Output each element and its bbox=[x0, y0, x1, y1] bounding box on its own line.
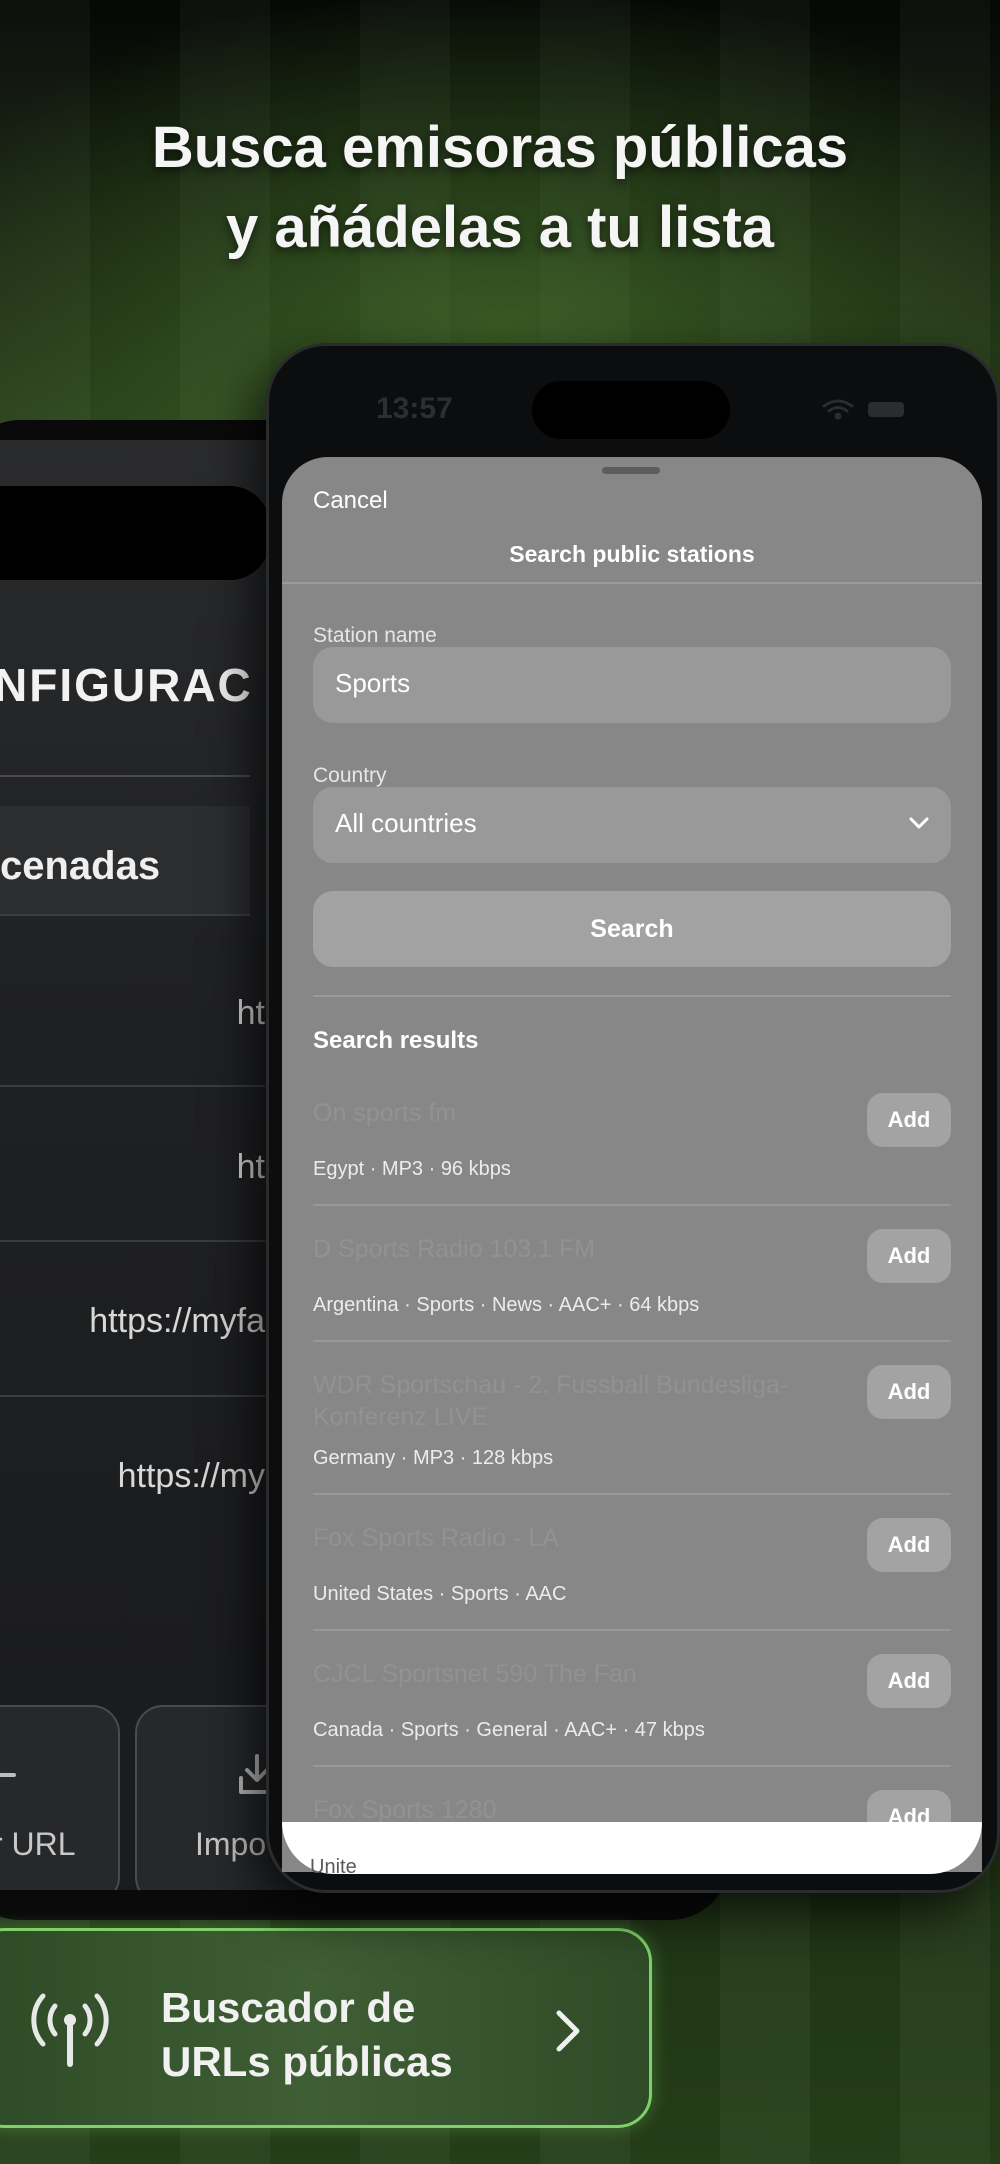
divider bbox=[0, 1240, 265, 1242]
divider bbox=[0, 1085, 265, 1087]
station-name-label: Station name bbox=[313, 624, 437, 647]
saved-url-row[interactable]: https://myfa bbox=[89, 1302, 265, 1341]
minus-icon bbox=[0, 1773, 16, 1777]
result-name: Fox Sports Radio - LA bbox=[313, 1524, 559, 1552]
add-url-tile[interactable]: r URL bbox=[0, 1705, 120, 1890]
finder-label-line-2: URLs públicas bbox=[161, 2038, 453, 2085]
result-meta: Canada · Sports · General · AAC+ · 47 kb… bbox=[313, 1719, 705, 1741]
divider bbox=[313, 995, 951, 997]
result-name: WDR Sportschau - 2. Fussball Bundesliga-… bbox=[313, 1371, 789, 1431]
divider bbox=[0, 1395, 265, 1397]
status-icons bbox=[822, 399, 904, 420]
public-url-finder-button[interactable]: Buscador de URLs públicas bbox=[0, 1928, 652, 2128]
saved-url-row[interactable]: ht bbox=[237, 1148, 265, 1187]
result-meta: United States · Sports · AAC bbox=[313, 1583, 567, 1605]
add-button[interactable]: Add bbox=[867, 1365, 951, 1419]
divider bbox=[313, 1204, 951, 1206]
country-select[interactable]: All countries bbox=[313, 787, 951, 863]
add-button[interactable]: Add bbox=[867, 1654, 951, 1708]
headline-line-2: y añádelas a tu lista bbox=[225, 195, 775, 260]
divider bbox=[313, 1493, 951, 1495]
result-meta: Germany · MP3 · 128 kbps bbox=[313, 1447, 554, 1469]
station-name-value: Sports bbox=[335, 668, 411, 698]
battery-icon bbox=[868, 402, 904, 417]
sheet-bottom-edge bbox=[282, 1822, 982, 1874]
headline-line-1: Busca emisoras públicas bbox=[151, 115, 849, 180]
antenna-icon bbox=[31, 1993, 109, 2067]
country-value: All countries bbox=[335, 808, 477, 838]
result-name: CJCL Sportsnet 590 The Fan bbox=[313, 1660, 637, 1688]
chevron-down-icon bbox=[909, 817, 929, 829]
result-name: D Sports Radio 103.1 FM bbox=[313, 1235, 596, 1263]
chevron-right-icon bbox=[556, 2010, 580, 2052]
result-name: On sports fm bbox=[313, 1099, 457, 1127]
wifi-icon bbox=[822, 399, 854, 420]
promo-headline: Busca emisoras públicas y añádelas a tu … bbox=[0, 108, 1000, 268]
cancel-button[interactable]: Cancel bbox=[313, 487, 388, 515]
divider bbox=[313, 1629, 951, 1631]
result-meta: Unite bbox=[310, 1856, 357, 1878]
search-button[interactable]: Search bbox=[313, 891, 951, 967]
station-name-input[interactable]: Sports bbox=[313, 647, 951, 723]
dynamic-island bbox=[532, 381, 730, 439]
add-button[interactable]: Add bbox=[867, 1518, 951, 1572]
divider bbox=[313, 1765, 951, 1767]
sheet-grabber[interactable] bbox=[602, 467, 660, 474]
settings-title: NFIGURAC bbox=[0, 659, 253, 711]
back-dynamic-island bbox=[0, 486, 270, 580]
status-time: 13:57 bbox=[376, 392, 453, 425]
results-title: Search results bbox=[313, 1027, 479, 1054]
saved-url-row[interactable]: https://my bbox=[118, 1457, 265, 1496]
import-label: Impo bbox=[195, 1826, 267, 1862]
divider bbox=[313, 1340, 951, 1342]
divider bbox=[282, 582, 982, 584]
add-url-label: r URL bbox=[0, 1826, 76, 1862]
divider bbox=[0, 775, 250, 777]
add-button[interactable]: Add bbox=[867, 1093, 951, 1147]
finder-label: Buscador de URLs públicas bbox=[161, 1981, 453, 2089]
result-meta: Egypt · MP3 · 96 kbps bbox=[313, 1158, 511, 1180]
saved-section-label: cenadas bbox=[0, 844, 161, 888]
saved-url-row[interactable]: ht bbox=[237, 994, 265, 1033]
sheet-title: Search public stations bbox=[509, 541, 755, 567]
add-button[interactable]: Add bbox=[867, 1229, 951, 1283]
search-sheet: Cancel Search public stations Station na… bbox=[282, 457, 982, 1872]
result-meta: Argentina · Sports · News · AAC+ · 64 kb… bbox=[313, 1294, 700, 1316]
country-label: Country bbox=[313, 764, 387, 787]
finder-label-line-1: Buscador de bbox=[161, 1984, 416, 2031]
